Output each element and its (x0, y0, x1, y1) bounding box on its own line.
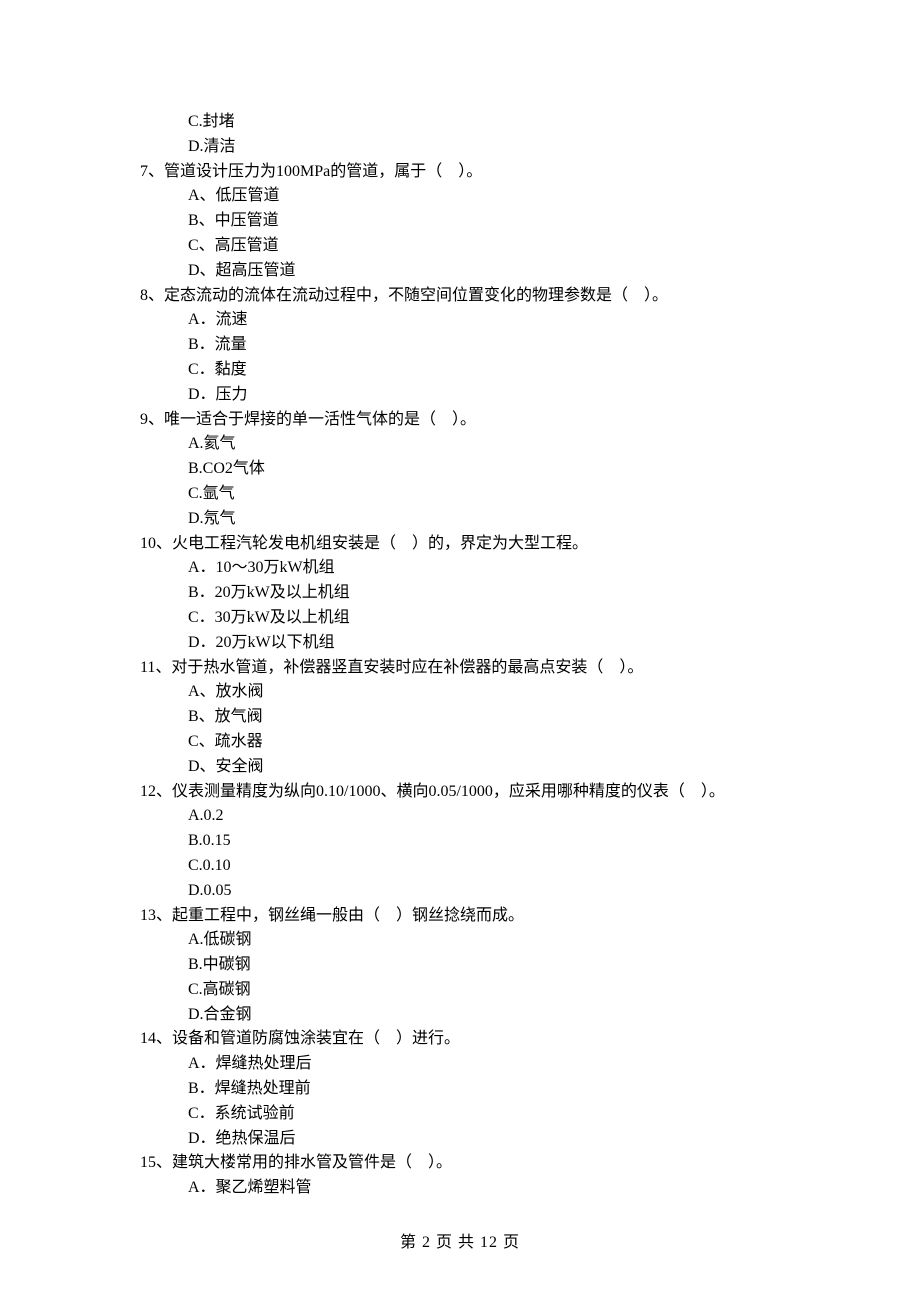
question-stem: 11、对于热水管道，补偿器竖直安装时应在补偿器的最高点安装（ ）。 (140, 656, 800, 681)
option-text: C.氩气 (140, 482, 800, 507)
option-text: A、放水阀 (140, 680, 800, 705)
option-text: A．聚乙烯塑料管 (140, 1176, 800, 1201)
question-stem: 10、火电工程汽轮发电机组安装是（ ）的，界定为大型工程。 (140, 532, 800, 557)
question-14: 14、设备和管道防腐蚀涂装宜在（ ）进行。 A．焊缝热处理后 B．焊缝热处理前 … (140, 1027, 800, 1151)
option-text: B.CO2气体 (140, 457, 800, 482)
previous-question-options: C.封堵 D.清洁 (140, 110, 800, 160)
option-text: A．10～30万kW机组 (140, 556, 800, 581)
question-stem: 7、管道设计压力为100MPa的管道，属于（ ）。 (140, 160, 800, 185)
option-text: D.合金钢 (140, 1003, 800, 1028)
question-13: 13、起重工程中，钢丝绳一般由（ ）钢丝捻绕而成。 A.低碳钢 B.中碳钢 C.… (140, 904, 800, 1028)
question-7: 7、管道设计压力为100MPa的管道，属于（ ）。 A、低压管道 B、中压管道 … (140, 160, 800, 284)
question-15: 15、建筑大楼常用的排水管及管件是（ ）。 A．聚乙烯塑料管 (140, 1151, 800, 1201)
option-text: C．黏度 (140, 358, 800, 383)
option-text: D、超高压管道 (140, 259, 800, 284)
option-text: D.氖气 (140, 507, 800, 532)
option-text: B、放气阀 (140, 705, 800, 730)
option-text: D.清洁 (140, 135, 800, 160)
option-text: C．30万kW及以上机组 (140, 606, 800, 631)
option-text: B．焊缝热处理前 (140, 1077, 800, 1102)
option-text: B．20万kW及以上机组 (140, 581, 800, 606)
question-stem: 9、唯一适合于焊接的单一活性气体的是（ ）。 (140, 408, 800, 433)
question-stem: 12、仪表测量精度为纵向0.10/1000、横向0.05/1000，应采用哪种精… (140, 780, 800, 805)
question-10: 10、火电工程汽轮发电机组安装是（ ）的，界定为大型工程。 A．10～30万kW… (140, 532, 800, 656)
option-text: C.高碳钢 (140, 978, 800, 1003)
option-text: A.低碳钢 (140, 928, 800, 953)
option-text: D．压力 (140, 383, 800, 408)
option-text: C.0.10 (140, 854, 800, 879)
option-text: C.封堵 (140, 110, 800, 135)
option-text: B.0.15 (140, 829, 800, 854)
question-12: 12、仪表测量精度为纵向0.10/1000、横向0.05/1000，应采用哪种精… (140, 780, 800, 904)
question-stem: 13、起重工程中，钢丝绳一般由（ ）钢丝捻绕而成。 (140, 904, 800, 929)
option-text: A、低压管道 (140, 184, 800, 209)
question-8: 8、定态流动的流体在流动过程中，不随空间位置变化的物理参数是（ ）。 A．流速 … (140, 284, 800, 408)
option-text: A.0.2 (140, 804, 800, 829)
option-text: D、安全阀 (140, 755, 800, 780)
option-text: C、疏水器 (140, 730, 800, 755)
option-text: A.氦气 (140, 432, 800, 457)
option-text: D．20万kW以下机组 (140, 631, 800, 656)
option-text: B、中压管道 (140, 209, 800, 234)
option-text: A．流速 (140, 308, 800, 333)
question-9: 9、唯一适合于焊接的单一活性气体的是（ ）。 A.氦气 B.CO2气体 C.氩气… (140, 408, 800, 532)
question-11: 11、对于热水管道，补偿器竖直安装时应在补偿器的最高点安装（ ）。 A、放水阀 … (140, 656, 800, 780)
question-stem: 14、设备和管道防腐蚀涂装宜在（ ）进行。 (140, 1027, 800, 1052)
question-stem: 15、建筑大楼常用的排水管及管件是（ ）。 (140, 1151, 800, 1176)
option-text: C、高压管道 (140, 234, 800, 259)
option-text: B.中碳钢 (140, 953, 800, 978)
option-text: C．系统试验前 (140, 1102, 800, 1127)
page-footer: 第 2 页 共 12 页 (0, 1231, 920, 1256)
question-stem: 8、定态流动的流体在流动过程中，不随空间位置变化的物理参数是（ ）。 (140, 284, 800, 309)
option-text: A．焊缝热处理后 (140, 1052, 800, 1077)
option-text: B．流量 (140, 333, 800, 358)
option-text: D．绝热保温后 (140, 1127, 800, 1152)
page-container: C.封堵 D.清洁 7、管道设计压力为100MPa的管道，属于（ ）。 A、低压… (0, 0, 920, 1302)
option-text: D.0.05 (140, 879, 800, 904)
